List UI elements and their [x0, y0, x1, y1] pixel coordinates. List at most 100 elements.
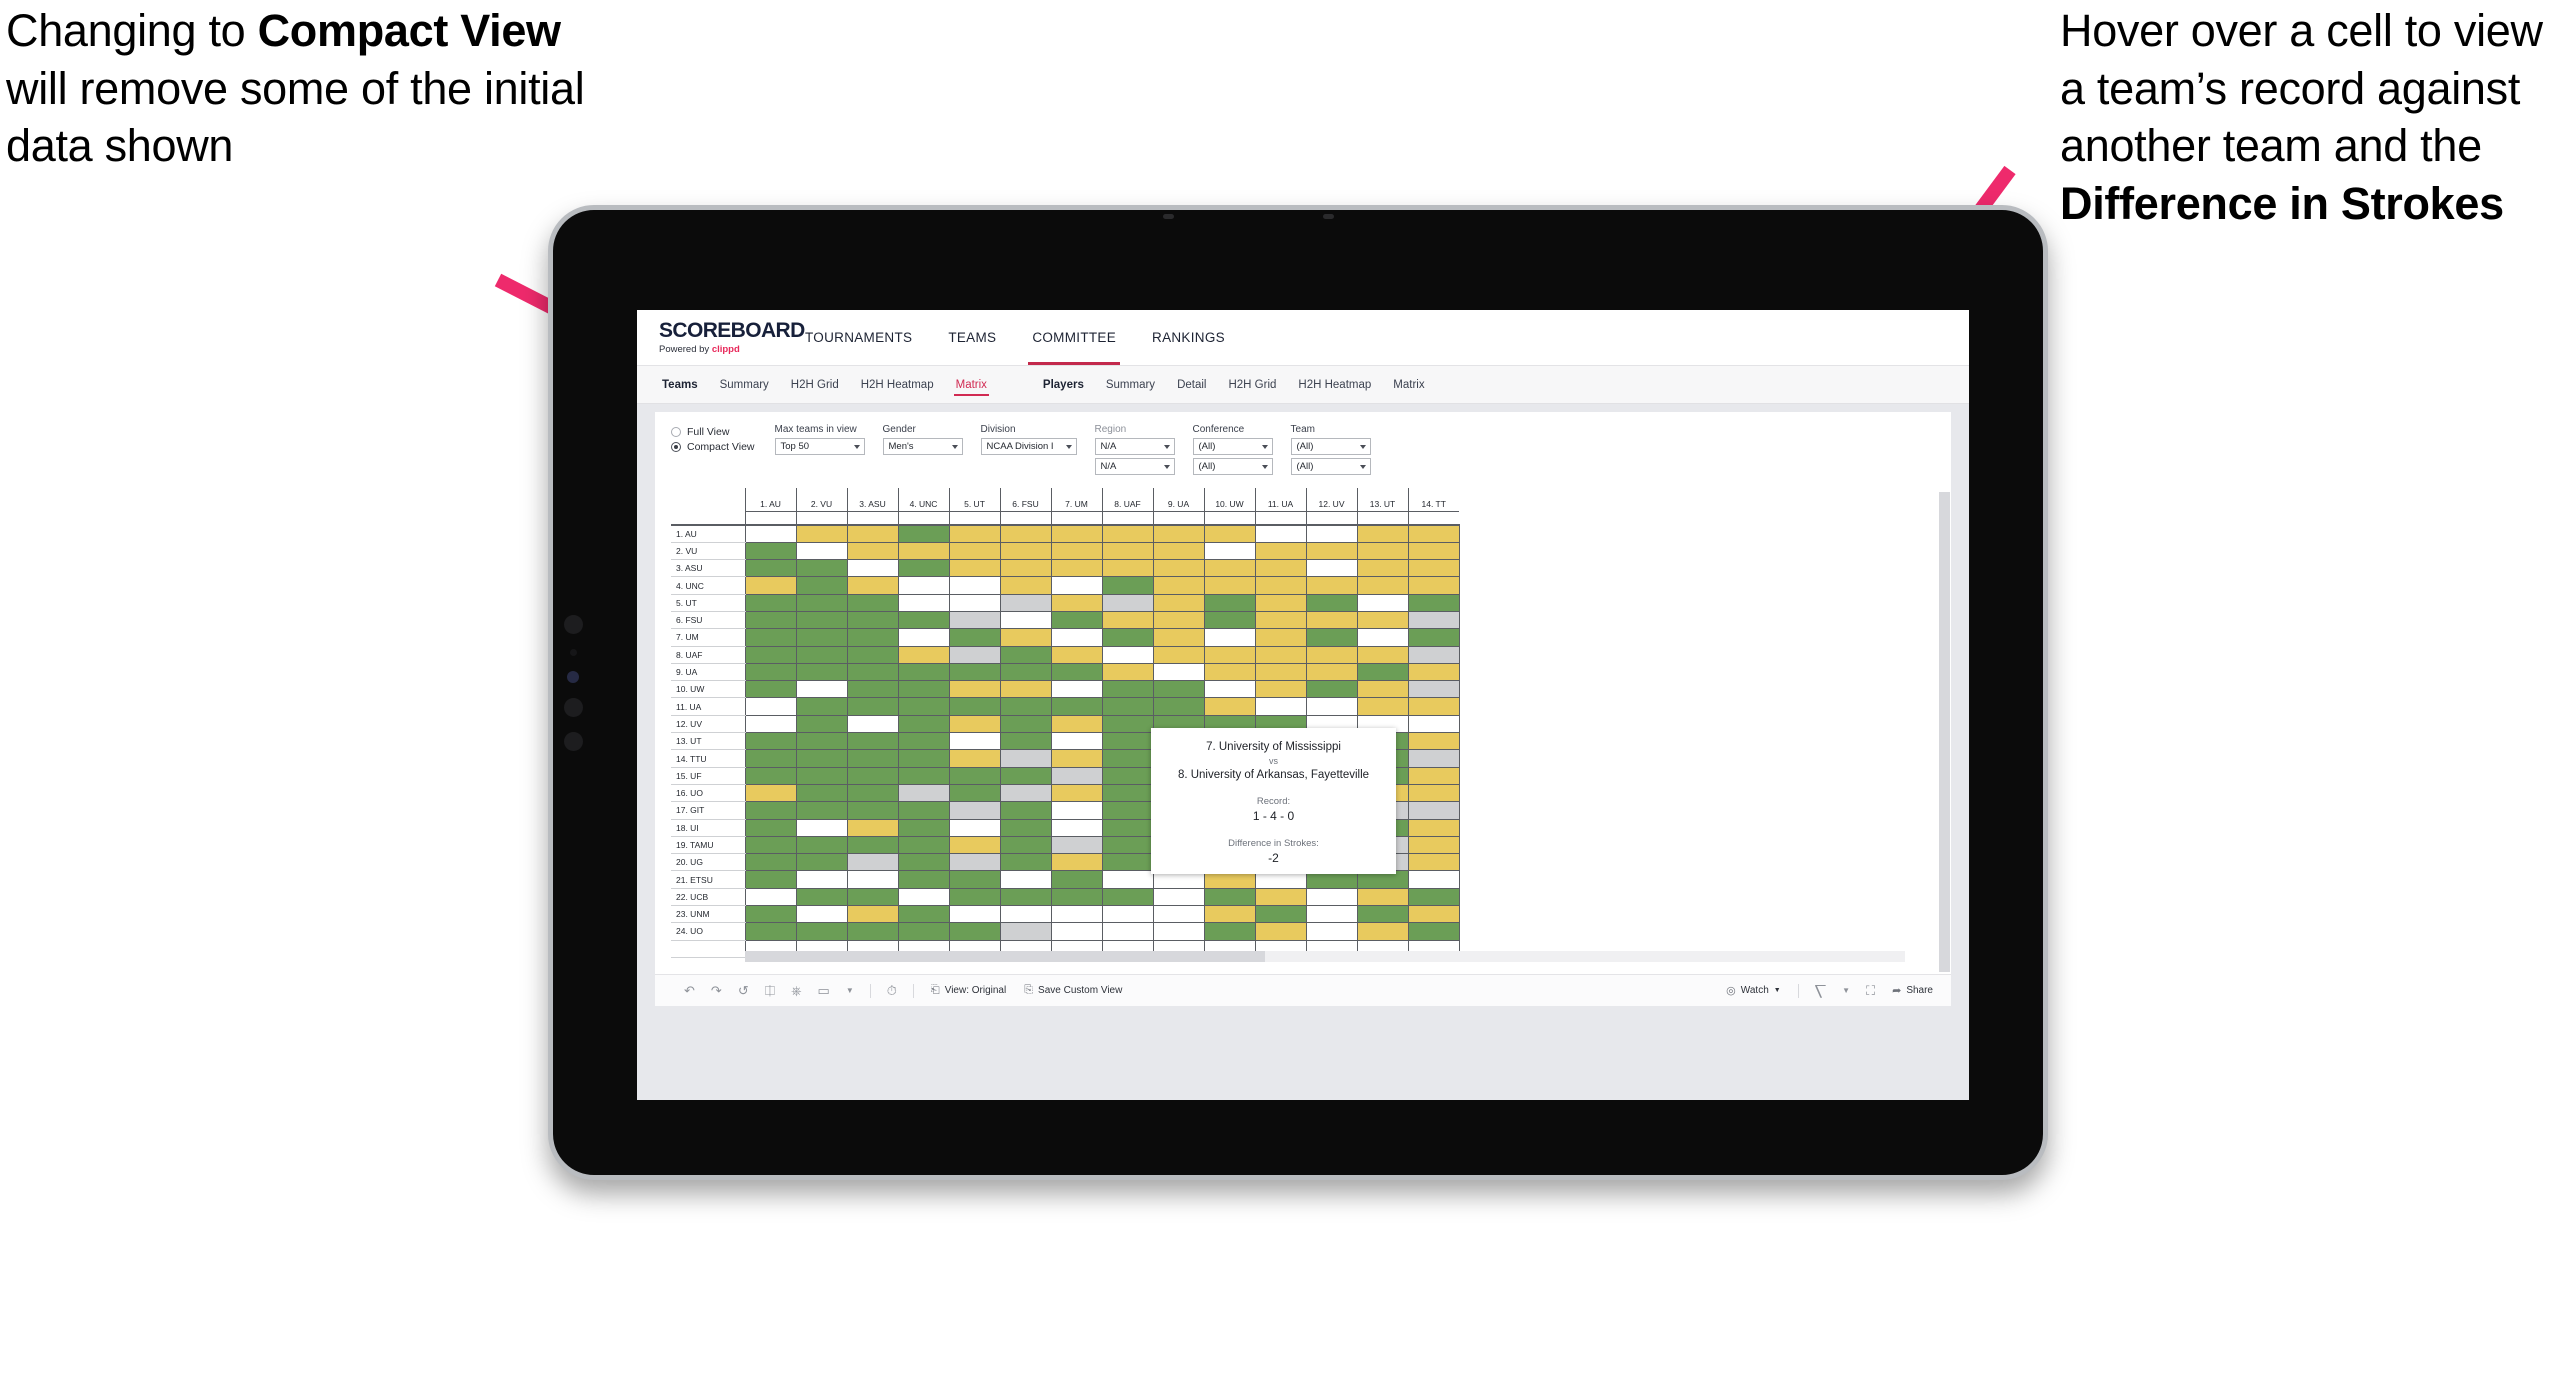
save-custom-view-button[interactable]: ⎘ Save Custom View — [1016, 984, 1130, 997]
matrix-cell[interactable] — [846, 905, 898, 924]
sub-nav-players-summary[interactable]: Summary — [1095, 366, 1166, 404]
matrix-cell[interactable] — [948, 542, 1000, 561]
matrix-cell[interactable] — [1407, 888, 1460, 907]
matrix-cell[interactable] — [1203, 922, 1255, 941]
matrix-cell[interactable] — [1407, 853, 1460, 872]
matrix-cell[interactable] — [948, 594, 1000, 612]
matrix-cell[interactable] — [948, 905, 1000, 924]
matrix-cell[interactable] — [1203, 611, 1255, 630]
matrix-cell[interactable] — [948, 732, 1000, 751]
matrix-cell[interactable] — [948, 853, 1000, 872]
matrix-cell[interactable] — [1254, 888, 1306, 907]
matrix-cell[interactable] — [897, 836, 949, 855]
sub-nav-teams-matrix[interactable]: Matrix — [945, 366, 998, 404]
matrix-cell[interactable] — [1407, 524, 1460, 543]
matrix-row-header[interactable]: 5. UT — [671, 594, 745, 612]
sub-nav-players-detail[interactable]: Detail — [1166, 366, 1217, 404]
matrix-column-header[interactable]: 11. UA — [1254, 488, 1306, 512]
matrix-cell[interactable] — [744, 611, 796, 630]
matrix-cell[interactable] — [1203, 697, 1255, 716]
matrix-cell[interactable] — [1407, 715, 1460, 734]
matrix-cell[interactable] — [846, 594, 898, 612]
matrix-cell[interactable] — [1203, 628, 1255, 647]
matrix-cell[interactable] — [795, 888, 847, 907]
matrix-cell[interactable] — [999, 576, 1051, 595]
matrix-cell[interactable] — [846, 559, 898, 578]
matrix-cell[interactable] — [999, 905, 1051, 924]
matrix-cell[interactable] — [1356, 524, 1408, 543]
matrix-cell[interactable] — [1101, 836, 1153, 855]
matrix-cell[interactable] — [846, 542, 898, 561]
matrix-cell[interactable] — [744, 576, 796, 595]
chevron-down-icon[interactable]: ▼ — [839, 986, 861, 995]
matrix-column-header[interactable]: 2. VU — [795, 488, 847, 512]
matrix-cell[interactable] — [846, 922, 898, 941]
matrix-cell[interactable] — [744, 905, 796, 924]
matrix-cell[interactable] — [1305, 663, 1357, 682]
matrix-cell[interactable] — [948, 888, 1000, 907]
filter-conference-select-2[interactable]: (All) — [1192, 458, 1273, 475]
matrix-cell[interactable] — [999, 559, 1051, 578]
matrix-cell[interactable] — [1152, 559, 1204, 578]
top-nav-item-teams[interactable]: TEAMS — [930, 310, 1014, 365]
matrix-column-header[interactable]: 7. UM — [1050, 488, 1102, 512]
matrix-cell[interactable] — [1254, 628, 1306, 647]
matrix-cell[interactable] — [1305, 576, 1357, 595]
matrix-cell[interactable] — [1050, 767, 1102, 785]
matrix-cell[interactable] — [846, 767, 898, 785]
matrix-cell[interactable] — [948, 801, 1000, 820]
matrix-row-header[interactable]: 8. UAF — [671, 646, 745, 664]
matrix-cell[interactable] — [846, 819, 898, 837]
matrix-cell[interactable] — [1305, 594, 1357, 612]
matrix-cell[interactable] — [1407, 767, 1460, 785]
matrix-cell[interactable] — [744, 594, 796, 612]
matrix-cell[interactable] — [1101, 680, 1153, 699]
matrix-cell[interactable] — [897, 715, 949, 734]
matrix-column-header[interactable]: 5. UT — [948, 488, 1000, 512]
download-icon[interactable]: ⎲ — [1808, 984, 1833, 997]
matrix-cell[interactable] — [1101, 732, 1153, 751]
matrix-cell[interactable] — [948, 524, 1000, 543]
redo-icon[interactable]: ↷ — [704, 984, 729, 997]
matrix-cell[interactable] — [1305, 888, 1357, 907]
matrix-cell[interactable] — [948, 749, 1000, 768]
matrix-cell[interactable] — [1152, 628, 1204, 647]
matrix-cell[interactable] — [846, 732, 898, 751]
matrix-cell[interactable] — [1101, 628, 1153, 647]
matrix-cell[interactable] — [1152, 524, 1204, 543]
matrix-cell[interactable] — [1101, 542, 1153, 561]
pause-updates-icon[interactable]: ⎈ — [784, 984, 808, 997]
matrix-cell[interactable] — [948, 663, 1000, 682]
matrix-cell[interactable] — [1101, 697, 1153, 716]
matrix-cell[interactable] — [1407, 542, 1460, 561]
matrix-cell[interactable] — [897, 732, 949, 751]
matrix-cell[interactable] — [897, 801, 949, 820]
scrollbar-thumb[interactable] — [745, 951, 1265, 962]
matrix-cell[interactable] — [999, 594, 1051, 612]
matrix-cell[interactable] — [1203, 559, 1255, 578]
matrix-cell[interactable] — [795, 611, 847, 630]
matrix-cell[interactable] — [897, 594, 949, 612]
sub-nav-teams-teams[interactable]: Teams — [651, 366, 709, 404]
matrix-cell[interactable] — [1305, 905, 1357, 924]
matrix-cell[interactable] — [846, 663, 898, 682]
matrix-cell[interactable] — [1101, 801, 1153, 820]
matrix-cell[interactable] — [846, 697, 898, 716]
matrix-cell[interactable] — [1356, 611, 1408, 630]
matrix-cell[interactable] — [1101, 524, 1153, 543]
matrix-cell[interactable] — [1254, 576, 1306, 595]
matrix-cell[interactable] — [1050, 853, 1102, 872]
matrix-cell[interactable] — [846, 801, 898, 820]
matrix-cell[interactable] — [897, 888, 949, 907]
matrix-cell[interactable] — [1050, 870, 1102, 889]
matrix-cell[interactable] — [1152, 888, 1204, 907]
matrix-cell[interactable] — [744, 836, 796, 855]
matrix-cell[interactable] — [897, 576, 949, 595]
matrix-row-header[interactable]: 19. TAMU — [671, 836, 745, 855]
matrix-row-header[interactable]: 13. UT — [671, 732, 745, 751]
matrix-cell[interactable] — [999, 767, 1051, 785]
matrix-cell[interactable] — [1050, 784, 1102, 803]
matrix-cell[interactable] — [1203, 905, 1255, 924]
matrix-cell[interactable] — [897, 784, 949, 803]
matrix-cell[interactable] — [1101, 767, 1153, 785]
